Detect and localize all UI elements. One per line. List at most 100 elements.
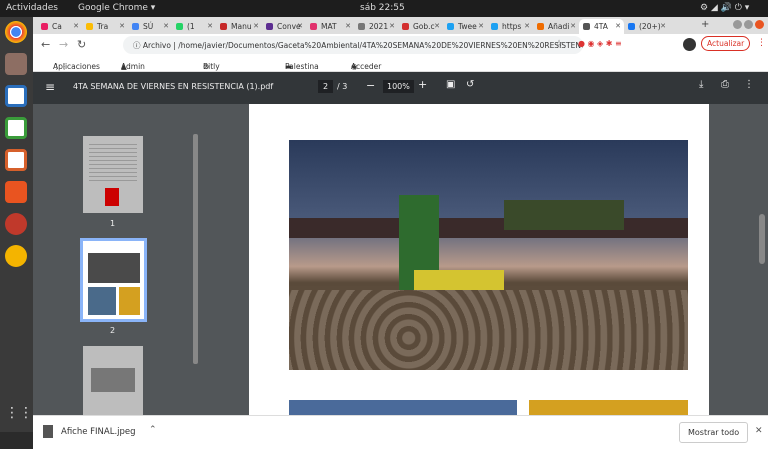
tab-close-icon[interactable]: ✕ <box>524 22 530 30</box>
rhythmbox-icon[interactable] <box>5 245 27 267</box>
tab[interactable]: Tra ✕ <box>82 19 128 34</box>
tab-label: Tra <box>97 22 109 31</box>
tab-close-icon[interactable]: ✕ <box>615 22 621 30</box>
apps-grid-icon[interactable]: ⋮⋮ <box>5 405 33 427</box>
tab-close-icon[interactable]: ✕ <box>570 22 576 30</box>
address-bar[interactable]: ⓘ Archivo | /home/javier/Documentos/Gace… <box>123 36 583 54</box>
download-icon[interactable]: ⤓ <box>699 79 703 90</box>
tab[interactable]: https ✕ <box>487 19 533 34</box>
dock: ⋮⋮ <box>0 17 33 432</box>
back-icon[interactable]: ← <box>41 38 50 51</box>
tab-label: (20+) <box>639 22 661 31</box>
star-icon[interactable]: ☆ <box>555 39 563 49</box>
viewer-scrollbar[interactable] <box>759 214 765 264</box>
calc-icon[interactable] <box>5 117 27 139</box>
app-menu[interactable]: Google Chrome ▾ <box>78 3 155 13</box>
tab[interactable]: Añadi ✕ <box>533 19 579 34</box>
page-input[interactable]: 2 <box>318 80 334 93</box>
settings-icon[interactable] <box>5 213 27 235</box>
clock[interactable]: sáb 22:55 <box>360 3 405 13</box>
tab[interactable]: (1 ✕ <box>172 19 216 34</box>
tab[interactable]: 2021 ✕ <box>354 19 398 34</box>
tab[interactable]: Twee ✕ <box>443 19 487 34</box>
sidebar-scrollbar[interactable] <box>193 134 198 364</box>
tab-label: MAT <box>321 22 337 31</box>
tab-close-icon[interactable]: ✕ <box>207 22 213 30</box>
tab[interactable]: Ca ✕ <box>37 19 82 34</box>
thumbnail-page-3[interactable] <box>83 346 143 416</box>
photo-bottom-right <box>529 400 688 415</box>
thumbnail-sidebar: 1 2 <box>33 104 201 416</box>
menu-icon[interactable]: ≡ <box>45 80 55 94</box>
pdf-viewer <box>201 104 768 415</box>
zoom-input[interactable]: 100% <box>383 80 414 93</box>
tab-favicon-icon <box>491 23 498 30</box>
info-icon: ⓘ <box>133 41 143 50</box>
address-prefix: Archivo <box>142 41 171 50</box>
tab-favicon-icon <box>220 23 227 30</box>
zoom-in-icon[interactable]: + <box>418 78 427 91</box>
tab-close-icon[interactable]: ✕ <box>478 22 484 30</box>
tab-label: 2021 <box>369 22 389 31</box>
new-tab-button[interactable]: + <box>701 19 709 30</box>
pdf-page <box>249 104 709 415</box>
tab[interactable]: SÚ ✕ <box>128 19 172 34</box>
tab-close-icon[interactable]: ✕ <box>434 22 440 30</box>
impress-icon[interactable] <box>5 149 27 171</box>
tab[interactable]: 4TA ✕ <box>579 19 624 34</box>
tab-close-icon[interactable]: ✕ <box>119 22 125 30</box>
show-all-button[interactable]: Mostrar todo <box>679 422 749 443</box>
thumbnail-page-2[interactable] <box>80 238 147 322</box>
rotate-icon[interactable]: ↺ <box>466 79 474 90</box>
extensions-icons[interactable]: ● ◉ ◈ ✱ ≡ <box>578 39 622 48</box>
tab-label: Twee <box>458 22 477 31</box>
tab-close-icon[interactable]: ✕ <box>163 22 169 30</box>
minimize-icon[interactable] <box>733 20 742 29</box>
menu-icon[interactable]: ⋮ <box>757 38 766 48</box>
tab-close-icon[interactable]: ✕ <box>297 22 303 30</box>
writer-icon[interactable] <box>5 85 27 107</box>
tab-close-icon[interactable]: ✕ <box>345 22 351 30</box>
tab-label: Manu <box>231 22 252 31</box>
tab-favicon-icon <box>628 23 635 30</box>
tab-favicon-icon <box>310 23 317 30</box>
download-filename[interactable]: Afiche FINAL.jpeg <box>61 427 136 437</box>
print-icon[interactable]: ⎙ <box>721 79 729 90</box>
more-icon[interactable]: ⋮ <box>744 79 754 90</box>
tab[interactable]: (20+) ✕ <box>624 19 669 34</box>
fit-icon[interactable]: ▣ <box>446 79 455 90</box>
tab-label: (1 <box>187 22 195 31</box>
tab[interactable]: Manu ✕ <box>216 19 262 34</box>
tab-close-icon[interactable]: ✕ <box>660 22 666 30</box>
activities-button[interactable]: Actividades <box>6 3 58 13</box>
tab-close-icon[interactable]: ✕ <box>73 22 79 30</box>
tab-favicon-icon <box>402 23 409 30</box>
software-icon[interactable] <box>5 181 27 203</box>
forward-icon[interactable]: → <box>59 38 68 51</box>
close-icon[interactable] <box>755 20 764 29</box>
page-total: / 3 <box>337 82 348 91</box>
update-button[interactable]: Actualizar <box>701 36 751 51</box>
chrome-icon[interactable] <box>5 21 27 43</box>
tab-close-icon[interactable]: ✕ <box>253 22 259 30</box>
thumbnail-page-1[interactable] <box>83 136 143 213</box>
system-top-bar: Actividades Google Chrome ▾ sáb 22:55 ⚙ … <box>0 0 768 17</box>
chevron-up-icon[interactable]: ⌃ <box>149 425 157 435</box>
tab-label: SÚ <box>143 22 154 31</box>
zoom-out-icon[interactable]: − <box>366 79 375 92</box>
bookmarks-bar: ⋮⋮ Aplicaciones▲ Admin Gaceta...⊘ Bitly … <box>33 56 768 89</box>
maximize-icon[interactable] <box>744 20 753 29</box>
avatar[interactable] <box>683 38 696 51</box>
tab[interactable]: Gob.c ✕ <box>398 19 443 34</box>
tab[interactable]: MAT ✕ <box>306 19 354 34</box>
tab[interactable]: Conve ✕ <box>262 19 306 34</box>
reload-icon[interactable]: ↻ <box>77 38 86 51</box>
tab-favicon-icon <box>266 23 273 30</box>
system-tray-icon[interactable]: ⚙ ◢ 🔊 ⏻ ▾ <box>700 3 749 13</box>
tab-close-icon[interactable]: ✕ <box>389 22 395 30</box>
protest-photo <box>289 140 688 370</box>
close-download-bar-icon[interactable]: ✕ <box>755 426 763 436</box>
tab-favicon-icon <box>583 23 590 30</box>
files-icon[interactable] <box>5 53 27 75</box>
tab-label: Gob.c <box>413 22 435 31</box>
